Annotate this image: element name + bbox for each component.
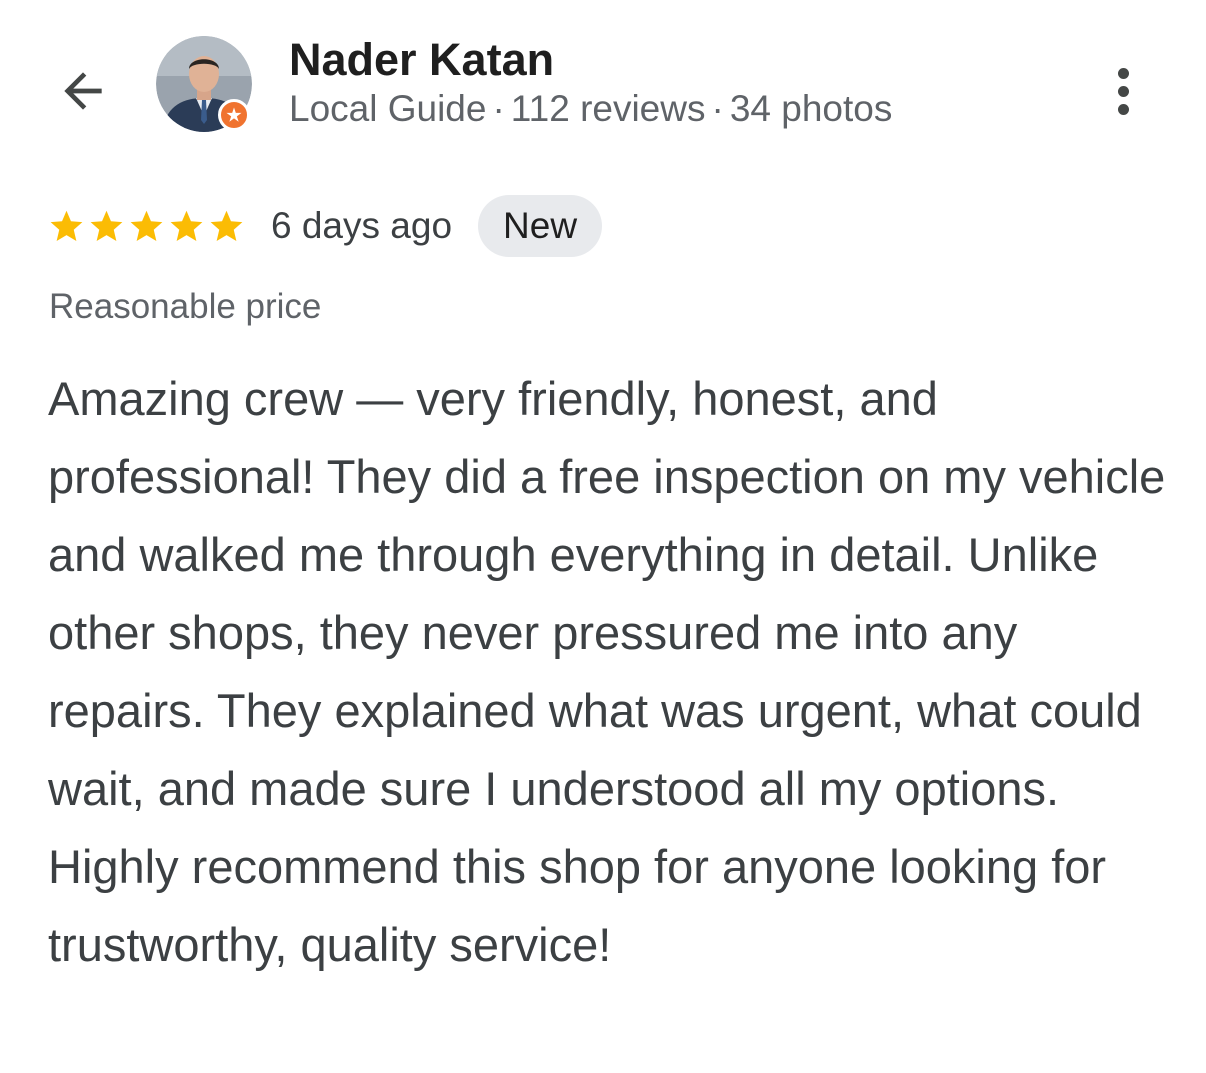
star-icon bbox=[210, 210, 243, 241]
meta-separator: · bbox=[492, 88, 505, 129]
reviewer-name[interactable]: Nader Katan bbox=[289, 36, 554, 84]
more-vert-icon-dot bbox=[1117, 103, 1129, 115]
local-guide-badge-icon bbox=[218, 99, 250, 131]
meta-separator: · bbox=[711, 88, 724, 129]
review-date: 6 days ago bbox=[271, 205, 453, 246]
arrow-left-icon bbox=[64, 72, 102, 110]
more-options-button[interactable] bbox=[1098, 58, 1148, 124]
star-icon bbox=[130, 210, 163, 241]
avatar[interactable] bbox=[156, 36, 252, 132]
review-count: 112 reviews bbox=[510, 88, 706, 129]
rating-row: 6 days ago New bbox=[48, 194, 603, 258]
photo-count: 34 photos bbox=[729, 88, 893, 129]
review-attribute: Reasonable price bbox=[49, 287, 322, 326]
review-text: Amazing crew — very friendly, honest, an… bbox=[48, 372, 1166, 971]
more-vert-icon bbox=[1117, 67, 1129, 79]
reviewer-meta: Local Guide · 112 reviews · 34 photos bbox=[289, 88, 892, 130]
back-button[interactable] bbox=[50, 58, 116, 124]
star-icon bbox=[170, 210, 203, 241]
new-badge: New bbox=[478, 195, 603, 257]
reviewer-level: Local Guide bbox=[289, 88, 487, 129]
star-icon bbox=[90, 210, 123, 241]
star-badge-icon bbox=[226, 107, 242, 122]
more-vert-icon-dot bbox=[1117, 85, 1129, 97]
star-rating bbox=[48, 208, 245, 245]
star-icon bbox=[50, 210, 83, 241]
